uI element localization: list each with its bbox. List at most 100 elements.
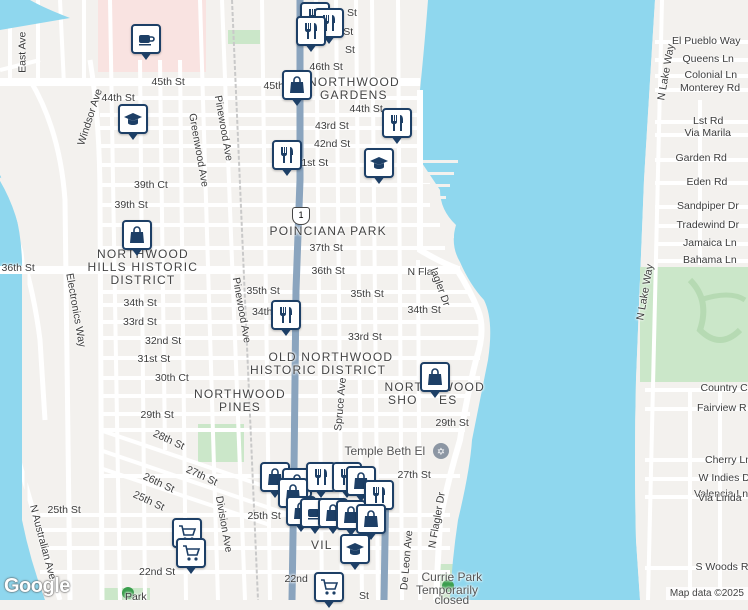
poi-label: Temple Beth El — [345, 445, 426, 457]
street-label: 37th St — [310, 243, 343, 254]
shopping-icon — [356, 504, 386, 534]
cafe-pin[interactable] — [131, 24, 165, 62]
street-label: Queens Ln — [683, 54, 734, 65]
street-label: 31st St — [138, 354, 171, 365]
street-label: Fairview R — [697, 403, 747, 414]
street-label: Country C — [701, 383, 748, 394]
school-icon — [340, 534, 370, 564]
us1-route-shield: 1 — [292, 207, 310, 225]
street-label: 34th — [252, 307, 272, 318]
restaurant-pin[interactable] — [296, 16, 330, 54]
street-label: 36th St — [312, 266, 345, 277]
neighborhood-label: NORT — [385, 381, 424, 393]
restaurant-pin[interactable] — [272, 140, 306, 178]
street-label: 35th St — [351, 289, 384, 300]
poi-label: closed — [435, 594, 470, 606]
pin-pointer — [391, 136, 403, 144]
street-label: 25th St — [48, 505, 81, 516]
street-label: 39th St — [115, 200, 148, 211]
street-label: St — [359, 591, 369, 602]
neighborhood-label: POINCIANA PARK — [270, 225, 387, 237]
street-label: 27th St — [398, 470, 431, 481]
street-label: 36th St — [2, 263, 35, 274]
shopping-icon — [420, 362, 450, 392]
street-label: 30th Ct — [155, 373, 189, 384]
pin-pointer — [429, 390, 441, 398]
street-label: El Pueblo Way — [672, 36, 740, 47]
street-label: Tradewind Dr — [677, 220, 740, 231]
cart-icon — [314, 572, 344, 602]
street-label: 25th St — [248, 511, 281, 522]
restaurant-icon — [296, 16, 326, 46]
restaurant-icon — [271, 300, 301, 330]
street-label: Colonial Ln — [685, 70, 738, 81]
neighborhood-label: SHO — [388, 394, 418, 406]
street-label: St — [345, 45, 355, 56]
street-label: Bahama Ln — [683, 255, 737, 266]
street-label: 43rd St — [315, 121, 349, 132]
street-label: 35th St — [247, 286, 280, 297]
street-label: 33rd St — [123, 317, 157, 328]
pin-pointer — [280, 328, 292, 336]
pin-pointer — [127, 132, 139, 140]
shopping-icon — [282, 70, 312, 100]
neighborhood-label: HISTORIC DISTRICT — [250, 364, 386, 376]
cart-pin[interactable] — [176, 538, 210, 576]
school-icon — [364, 148, 394, 178]
street-label: Via Linda — [698, 493, 742, 504]
street-label: Eden Rd — [687, 177, 728, 188]
pin-pointer — [323, 600, 335, 608]
pin-pointer — [373, 176, 385, 184]
school-pin[interactable] — [340, 534, 374, 572]
street-label: Via Marila — [685, 128, 732, 139]
pin-pointer — [349, 562, 361, 570]
shopping-pin[interactable] — [420, 362, 454, 400]
restaurant-pin[interactable] — [271, 300, 305, 338]
street-label: Monterey Rd — [680, 83, 740, 94]
cart-pin[interactable] — [314, 572, 348, 610]
pin-pointer — [185, 566, 197, 574]
pin-pointer — [281, 168, 293, 176]
street-label: 42nd St — [314, 139, 350, 150]
street-label: 22nd — [285, 574, 308, 585]
shopping-pin[interactable] — [122, 220, 156, 258]
street-label: Jamaica Ln — [683, 238, 737, 249]
street-label: Garden Rd — [676, 153, 727, 164]
street-label: 44th St — [350, 104, 383, 115]
neighborhood-label: VIL — [311, 539, 333, 551]
cart-icon — [176, 538, 206, 568]
school-pin[interactable] — [118, 104, 152, 142]
restaurant-icon — [272, 140, 302, 170]
street-label: 39th Ct — [134, 180, 168, 191]
street-label: W Indies D — [699, 473, 748, 484]
street-label: Cherry Ln — [705, 455, 748, 466]
pin-pointer — [140, 52, 152, 60]
street-label: 33rd St — [348, 332, 382, 343]
street-label: 29th St — [436, 418, 469, 429]
neighborhood-label: GARDENS — [320, 89, 388, 101]
map-data-attribution[interactable]: Map data ©2025 — [666, 587, 748, 600]
street-label: S Woods R — [696, 562, 748, 573]
neighborhood-label: PINES — [219, 401, 261, 413]
street-label: 34th St — [124, 298, 157, 309]
street-label: 29th St — [141, 410, 174, 421]
neighborhood-label: DISTRICT — [111, 274, 176, 286]
school-icon — [118, 104, 148, 134]
school-pin[interactable] — [364, 148, 398, 186]
restaurant-icon — [382, 108, 412, 138]
street-label: East Ave — [17, 31, 28, 72]
svg-text:✡: ✡ — [437, 447, 445, 458]
street-label: 44th St — [102, 93, 135, 104]
poi-label: Currie Park — [422, 571, 483, 583]
street-label: 34th St — [408, 305, 441, 316]
street-label: 45th St — [152, 77, 185, 88]
street-label: 22nd St — [139, 567, 175, 578]
shopping-pin[interactable] — [282, 70, 316, 108]
restaurant-pin[interactable] — [382, 108, 416, 146]
pin-pointer — [305, 44, 317, 52]
street-label: Sandpiper Dr — [677, 201, 739, 212]
neighborhood-label: OLD NORTHWOOD — [269, 351, 394, 363]
street-label: Park — [125, 592, 147, 603]
neighborhood-label: NORTHWOOD — [194, 388, 286, 400]
google-logo[interactable]: Google — [4, 575, 70, 598]
